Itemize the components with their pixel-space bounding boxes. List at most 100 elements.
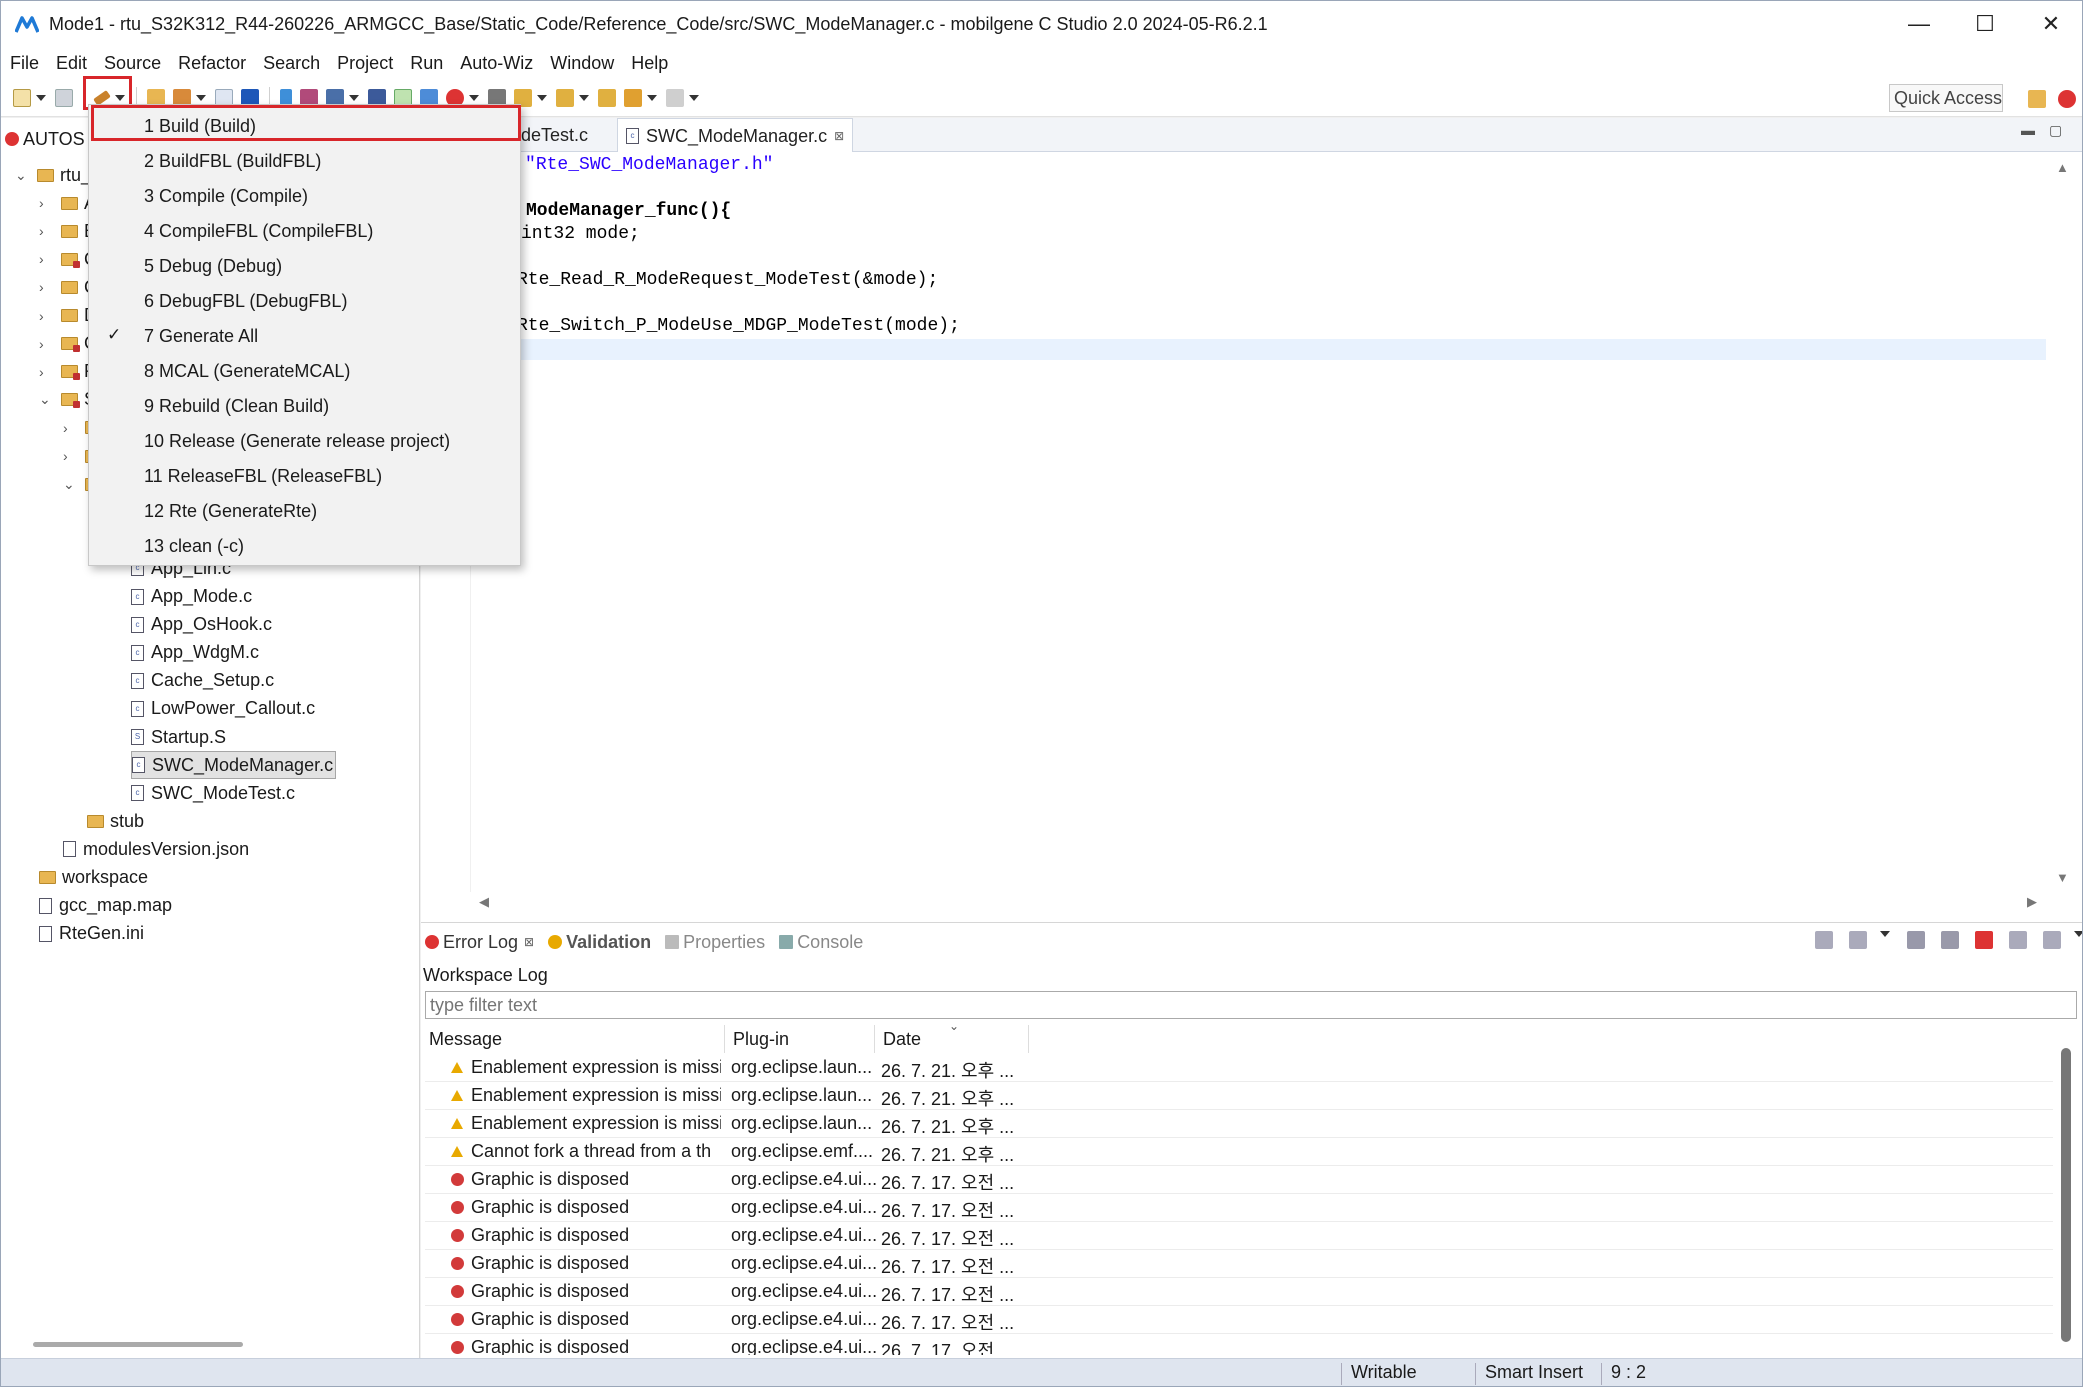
log-vertical-scrollbar[interactable] [2061,1048,2071,1342]
view-menu-icon[interactable] [2074,931,2082,937]
log-row[interactable]: Graphic is disposed org.eclipse.e4.ui... 2… [425,1166,2053,1194]
open-log-icon[interactable] [2009,931,2027,949]
filter-input[interactable] [425,991,2077,1019]
chevron-right-icon[interactable]: › [39,336,51,352]
chevron-right-icon[interactable]: › [63,420,75,436]
prev-annotation-dropdown-icon[interactable] [579,94,589,101]
tree-item[interactable]: c LowPower_Callout.c [131,695,315,723]
minimize-button[interactable]: — [1886,1,1952,47]
build-menu-item[interactable]: 4 CompileFBL (CompileFBL) [89,214,520,248]
scroll-down-icon[interactable]: ▼ [2056,870,2069,885]
download-dropdown-icon[interactable] [349,94,359,101]
wizard-dropdown-icon[interactable] [196,94,206,101]
code-editor[interactable]: lude "Rte_SWC_ModeManager.h" ModeManager… [421,152,2082,922]
chevron-down-icon[interactable]: ⌄ [39,391,51,407]
tree-item[interactable]: c App_Mode.c [131,583,252,611]
build-menu-item[interactable]: 9 Rebuild (Clean Build) [89,389,520,423]
log-row[interactable]: Graphic is disposed org.eclipse.e4.ui... 2… [425,1250,2053,1278]
column-header-plugin[interactable]: Plug-in [729,1025,875,1053]
back-arrow-icon[interactable] [624,88,642,107]
maximize-button[interactable]: ☐ [1952,1,2018,47]
chevron-down-icon[interactable]: ⌄ [15,167,27,183]
editor-vertical-scrollbar[interactable]: ▲ ▼ [2046,152,2082,887]
import-log-icon[interactable] [1849,931,1867,949]
scroll-up-icon[interactable]: ▲ [2056,160,2069,175]
chevron-right-icon[interactable]: › [39,223,51,239]
forward-arrow-icon[interactable] [666,88,684,107]
prev-annotation-icon[interactable] [556,88,574,107]
quick-access-field[interactable]: Quick Access [1889,84,2003,112]
explorer-tab[interactable]: AUTOS [5,124,85,154]
minimize-editor-icon[interactable]: ▬ [2021,122,2035,138]
log-menu-dropdown-icon[interactable] [1880,931,1890,937]
export-log-icon[interactable] [1815,931,1833,949]
clear-log-icon[interactable] [1907,931,1925,949]
menu-source[interactable]: Source [99,47,169,79]
menu-refactor[interactable]: Refactor [173,47,254,79]
build-menu-item[interactable]: 11 ReleaseFBL (ReleaseFBL) [89,459,520,493]
save-icon[interactable] [55,88,73,107]
menu-file[interactable]: File [5,47,47,79]
scroll-right-icon[interactable]: ▶ [2027,894,2037,910]
menu-help[interactable]: Help [626,47,676,79]
menu-search[interactable]: Search [258,47,328,79]
column-header-message[interactable]: Message [425,1025,725,1053]
tab-properties[interactable]: Properties [665,932,765,953]
editor-horizontal-scrollbar[interactable]: ◀ ▶ [479,892,2049,914]
column-header-date[interactable]: Date ⌄ [879,1025,1029,1053]
remove-icon[interactable] [1975,931,1993,949]
build-menu-item[interactable]: 5 Debug (Debug) [89,249,520,283]
forward-dropdown-icon[interactable] [689,94,699,101]
tab-error-log[interactable]: Error Log ⊠ [425,932,534,953]
tree-item[interactable]: stub [87,807,144,835]
new-icon[interactable] [13,88,31,107]
menu-auto-wiz[interactable]: Auto-Wiz [455,47,541,79]
stop-dropdown-icon[interactable] [469,94,479,101]
close-window-button[interactable]: ✕ [2018,1,2082,47]
tree-item[interactable]: c App_WdgM.c [131,639,259,667]
close-tab-icon[interactable]: ⊠ [524,935,534,949]
chevron-right-icon[interactable]: › [39,308,51,324]
log-row[interactable]: Cannot fork a thread from a th org.eclips… [425,1138,2053,1166]
perspective-icon[interactable] [2058,90,2076,108]
tree-item[interactable]: S Startup.S [131,723,226,751]
menu-window[interactable]: Window [545,47,622,79]
new-dropdown-icon[interactable] [36,94,46,101]
tab-swc-modemanager[interactable]: c SWC_ModeManager.c ⊠ [617,118,854,153]
tree-item[interactable]: c SWC_ModeManager.c [131,751,337,780]
maximize-editor-icon[interactable]: ▢ [2049,122,2062,139]
back-dropdown-icon[interactable] [647,94,657,101]
chevron-right-icon[interactable]: › [39,195,51,211]
open-perspective-icon[interactable] [2028,90,2046,108]
chevron-down-icon[interactable]: ⌄ [63,476,75,492]
build-menu-item[interactable]: 8 MCAL (GenerateMCAL) [89,354,520,388]
build-menu-item[interactable]: 12 Rte (GenerateRte) [89,494,520,528]
tree-item[interactable]: workspace [39,864,148,892]
menu-edit[interactable]: Edit [51,47,95,79]
tree-item[interactable]: modulesVersion.json [63,835,249,863]
restore-log-icon[interactable] [2043,931,2061,949]
close-tab-icon[interactable]: ⊠ [834,129,844,143]
log-row[interactable]: Enablement expression is missi org.eclips… [425,1110,2053,1138]
log-row[interactable]: Graphic is disposed org.eclipse.e4.ui... 2… [425,1306,2053,1334]
tree-item[interactable]: gcc_map.map [39,892,172,920]
tree-item[interactable]: ⌄ rtu_ [15,161,91,189]
tree-item[interactable]: RteGen.ini [39,920,144,948]
chevron-right-icon[interactable]: › [39,279,51,295]
build-menu-item[interactable]: 6 DebugFBL (DebugFBL) [89,284,520,318]
chevron-right-icon[interactable]: › [39,251,51,267]
menu-run[interactable]: Run [405,47,451,79]
tree-item[interactable]: c SWC_ModeTest.c [131,779,295,807]
tree-item[interactable]: c App_OsHook.c [131,611,272,639]
log-row[interactable]: Graphic is disposed org.eclipse.e4.ui... 2… [425,1194,2053,1222]
log-row[interactable]: Graphic is disposed org.eclipse.e4.ui... 2… [425,1222,2053,1250]
chevron-right-icon[interactable]: › [63,448,75,464]
build-menu-item[interactable]: 2 BuildFBL (BuildFBL) [89,144,520,178]
tab-validation[interactable]: Validation [548,932,651,953]
explorer-horizontal-scrollbar[interactable] [33,1342,243,1347]
build-menu-item[interactable]: 3 Compile (Compile) [89,179,520,213]
build-menu-item[interactable]: 13 clean (-c) [89,529,520,563]
log-row[interactable]: Graphic is disposed org.eclipse.e4.ui... 2… [425,1278,2053,1306]
log-row[interactable]: Enablement expression is missi org.eclips… [425,1082,2053,1110]
log-row[interactable]: Graphic is disposed org.eclipse.e4.ui... 2… [425,1334,2053,1355]
